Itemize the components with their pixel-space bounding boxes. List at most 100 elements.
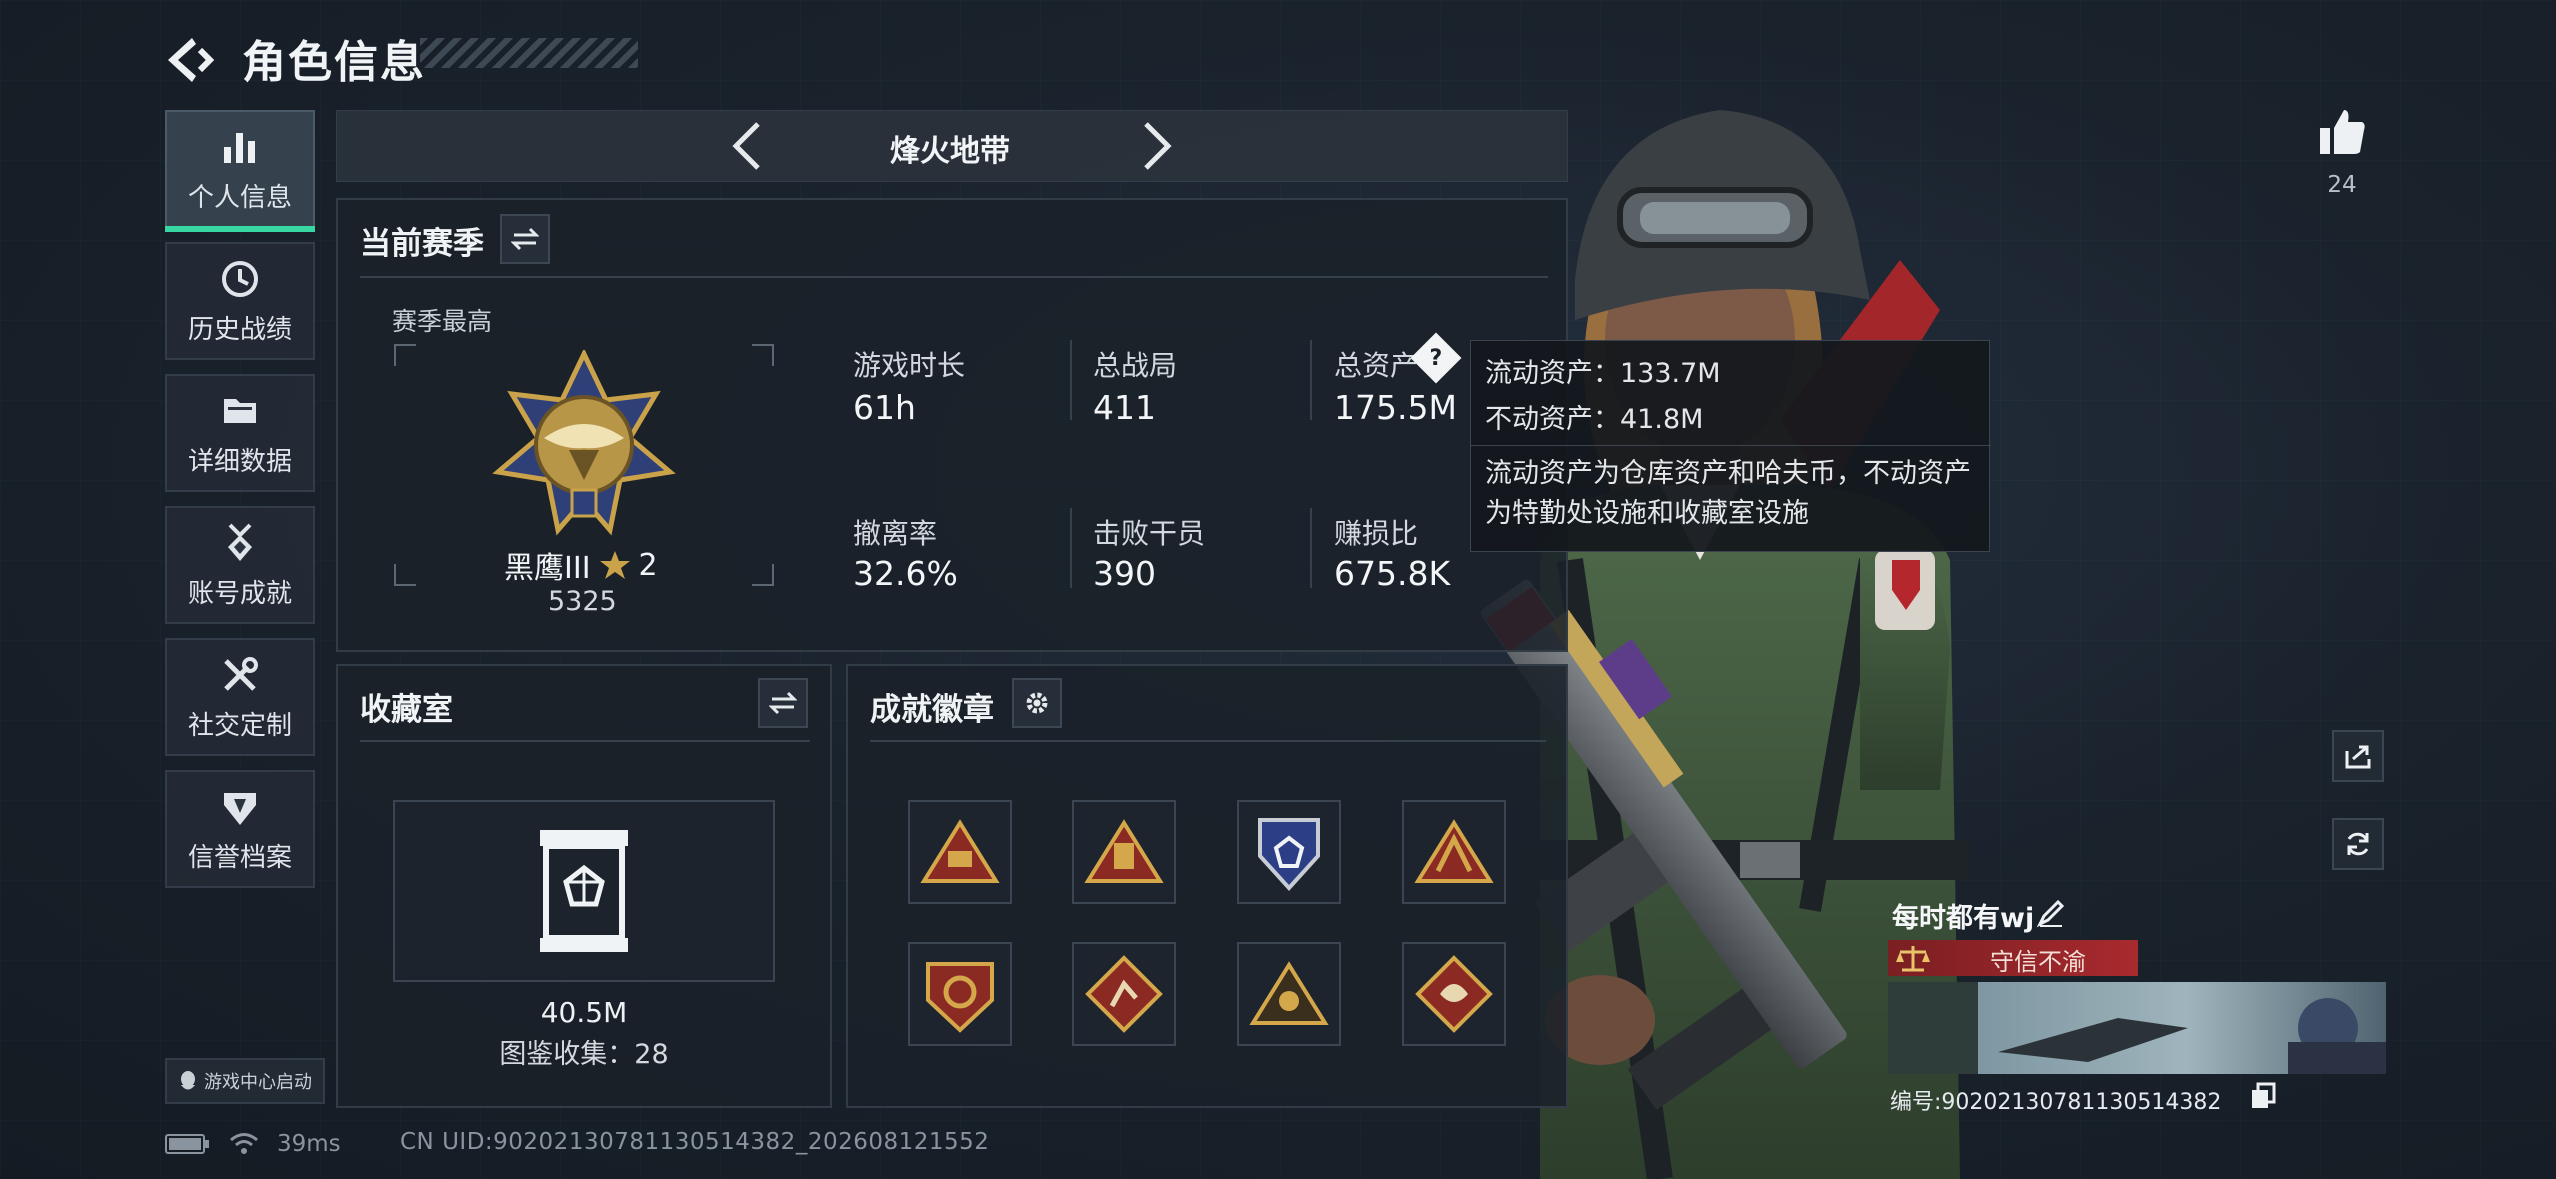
collection-switch-button[interactable] xyxy=(758,678,808,728)
chevron-right-icon[interactable] xyxy=(1136,118,1176,174)
collection-value: 40.5M xyxy=(540,996,628,1029)
stat-label: 总资产 xyxy=(1334,349,1419,382)
sidebar-item-details[interactable]: 详细数据 xyxy=(165,374,315,492)
bar-chart-icon xyxy=(224,132,255,163)
sidebar-item-credit[interactable]: 信誉档案 xyxy=(165,770,315,888)
title-decoration xyxy=(420,38,638,68)
back-icon[interactable] xyxy=(160,30,220,90)
stat-divider xyxy=(1310,508,1312,588)
stat-label: 击败干员 xyxy=(1093,517,1206,550)
launch-label: 游戏中心启动 xyxy=(204,1072,312,1093)
badge-diamond-runner[interactable] xyxy=(1072,942,1176,1046)
game-center-launch-badge: 游戏中心启动 xyxy=(165,1058,325,1104)
frame-corner xyxy=(752,564,774,586)
rank-emblem-icon xyxy=(492,350,676,536)
chevron-left-icon[interactable] xyxy=(728,118,768,174)
stat-value: 32.6% xyxy=(853,554,958,593)
medal-icon xyxy=(228,523,252,561)
player-name: 每时都有wj xyxy=(1892,903,2035,934)
folder-icon xyxy=(224,398,256,423)
honor-title: 守信不渝 xyxy=(1990,948,2086,976)
refresh-icon xyxy=(2347,832,2369,856)
badge-triangle-58[interactable] xyxy=(908,800,1012,904)
rank-stars: 2 xyxy=(638,547,658,583)
uid-text: CN UID:9020213078113051438​2_20260812155… xyxy=(400,1129,990,1155)
sidebar-item-label: 账号成就 xyxy=(187,578,292,609)
badge-shield-blue[interactable] xyxy=(1237,800,1341,904)
sidebar-item-label: 社交定制 xyxy=(187,710,292,741)
collection-count: 图鉴收集：28 xyxy=(499,1039,669,1070)
battery-icon xyxy=(165,1134,209,1154)
clock-icon xyxy=(222,260,258,297)
tooltip-desc-line2: 为特勤处设施和收藏室设施 xyxy=(1485,498,1809,529)
like-count: 24 xyxy=(2327,172,2357,198)
stat-value: 411 xyxy=(1093,388,1156,427)
wifi-icon xyxy=(230,1133,258,1154)
thumbs-up-icon[interactable] xyxy=(2316,106,2368,158)
player-banner-image xyxy=(1888,982,2386,1074)
frame-corner xyxy=(394,344,416,366)
stat-label: 赚损比 xyxy=(1334,517,1419,550)
collection-title: 收藏室 xyxy=(360,692,453,728)
stat-value: 61h xyxy=(853,388,916,427)
gear-icon xyxy=(1026,692,1048,714)
swap-icon xyxy=(769,691,797,715)
crest-badge-icon xyxy=(926,962,994,1033)
frame-corner xyxy=(752,344,774,366)
stat-divider xyxy=(1070,340,1072,420)
collection-divider xyxy=(360,740,810,742)
sidebar-item-label: 信誉档案 xyxy=(187,842,292,873)
badge-shield-gold[interactable] xyxy=(908,942,1012,1046)
player-id: 编号:9020213078113051438​2 xyxy=(1890,1090,2222,1115)
page-title: 角色信息 xyxy=(242,37,426,88)
stat-value: 390 xyxy=(1093,554,1156,593)
swap-icon xyxy=(511,227,539,251)
sidebar-item-personal-info[interactable]: 个人信息 xyxy=(165,110,315,232)
sidebar-item-social[interactable]: 社交定制 xyxy=(165,638,315,756)
tooltip-divider xyxy=(1471,445,1991,446)
rank-score: 5325 xyxy=(548,586,617,617)
share-button[interactable] xyxy=(2332,730,2384,782)
diamond-badge-icon xyxy=(1415,955,1493,1033)
badge-triangle-crate[interactable] xyxy=(1072,800,1176,904)
qq-icon xyxy=(181,1071,195,1090)
tooltip-fixed: 不动资产：41.8M xyxy=(1485,404,1704,435)
triangle-badge-icon xyxy=(1249,961,1329,1025)
shield-badge-icon xyxy=(1258,818,1320,891)
achievements-settings-button[interactable] xyxy=(1012,678,1062,728)
vault-icon xyxy=(540,830,628,952)
triangle-badge-icon xyxy=(1084,819,1164,883)
stat-divider xyxy=(1310,340,1312,420)
sidebar-item-label: 个人信息 xyxy=(187,182,292,213)
tooltip-liquid: 流动资产：133.7M xyxy=(1485,358,1721,389)
copy-icon[interactable] xyxy=(2250,1082,2276,1110)
refresh-button[interactable] xyxy=(2332,818,2384,870)
stat-value: 175.5M xyxy=(1334,388,1457,427)
tools-icon xyxy=(224,656,258,691)
stat-label: 游戏时长 xyxy=(853,349,966,382)
shield-icon xyxy=(224,792,256,825)
rank-name: 黑鹰III xyxy=(504,551,591,586)
achievements-divider xyxy=(870,740,1546,742)
edit-icon[interactable] xyxy=(2036,898,2066,928)
season-highest-label: 赛季最高 xyxy=(392,307,493,336)
stat-label: 总战局 xyxy=(1093,349,1178,382)
asset-tooltip: 流动资产：133.7M 不动资产：41.8M 流动资产为仓库资产和哈夫币，不动资… xyxy=(1470,340,1991,552)
triangle-badge-icon xyxy=(920,819,1000,883)
share-icon xyxy=(2345,745,2371,769)
sidebar-item-achievements[interactable]: 账号成就 xyxy=(165,506,315,624)
triangle-badge-icon xyxy=(1414,819,1494,883)
rank-line: 黑鹰III 2 xyxy=(504,543,658,587)
stat-divider xyxy=(1070,508,1072,588)
sidebar-item-label: 历史战绩 xyxy=(187,314,292,345)
diamond-badge-icon xyxy=(1085,955,1163,1033)
season-switch-button[interactable] xyxy=(500,214,550,264)
sidebar-item-history[interactable]: 历史战绩 xyxy=(165,242,315,360)
badge-triangle-tools[interactable] xyxy=(1402,800,1506,904)
stat-value: 675.8K xyxy=(1334,554,1451,593)
mode-title: 烽火地带 xyxy=(890,134,1010,169)
star-icon xyxy=(599,551,630,579)
sidebar-item-label: 详细数据 xyxy=(187,446,292,477)
badge-diamond-beast[interactable] xyxy=(1402,942,1506,1046)
badge-gold-mech[interactable] xyxy=(1237,942,1341,1046)
